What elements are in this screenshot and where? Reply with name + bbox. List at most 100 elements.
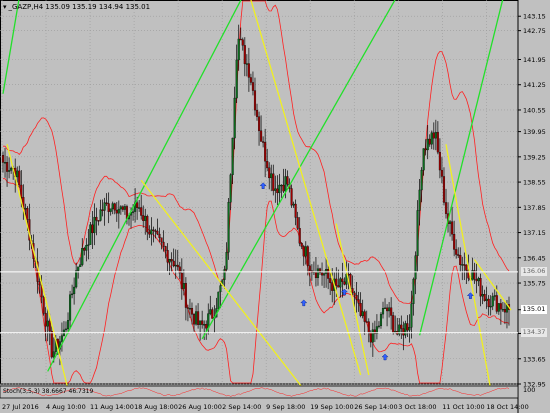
candle-body [174, 264, 177, 267]
candle-body [331, 282, 334, 291]
candle-body [83, 248, 86, 251]
candle-body [87, 244, 90, 246]
candle-body [381, 308, 385, 315]
candle-body [479, 278, 482, 297]
plot-frame [0, 0, 519, 385]
candle-body [371, 329, 374, 343]
candle-body [475, 279, 478, 282]
candle-body [434, 132, 437, 139]
candle-body [337, 285, 340, 288]
candle-body [243, 45, 246, 65]
current-price-badge: 135.01 [521, 305, 547, 315]
candle-body [272, 173, 275, 191]
candle-body [276, 188, 279, 194]
candle-body [365, 321, 368, 323]
candle-body [262, 141, 265, 143]
candle-body [170, 259, 173, 262]
candle-body [444, 202, 448, 214]
candle-body [428, 138, 431, 145]
grid [0, 0, 519, 413]
candle-body [166, 250, 169, 263]
candle-body [316, 268, 320, 279]
candle-body [264, 142, 267, 162]
candle-body [10, 167, 13, 171]
candle-body [300, 243, 303, 247]
fractal-up-icon [259, 182, 267, 189]
candle-body [278, 184, 281, 194]
candle-body [3, 162, 7, 164]
candle-body [164, 246, 167, 251]
trend-lines[interactable] [2, 0, 515, 390]
time-label: 4 Aug 10:00 [46, 403, 86, 411]
candle-body [274, 188, 277, 191]
candle-body [101, 209, 104, 211]
time-label: 11 Aug 14:00 [90, 403, 134, 411]
candle-body [109, 208, 112, 212]
candle-body [361, 311, 364, 316]
candle-body [453, 234, 456, 250]
candle-body [38, 281, 41, 286]
candle-body [132, 211, 135, 213]
candle-body [432, 132, 435, 139]
candle-body [465, 264, 468, 271]
candle-body [245, 63, 248, 65]
candle-body [93, 216, 96, 234]
candle-body [211, 309, 214, 319]
candle-body [290, 188, 293, 206]
candle-body [119, 206, 122, 210]
candle-body [495, 295, 498, 312]
candle-body [188, 307, 192, 310]
candle-body [1, 155, 5, 163]
candle-body [239, 38, 242, 41]
candle-body [280, 184, 283, 187]
candle-body [394, 331, 397, 333]
candle-body [18, 170, 21, 186]
candle-body [235, 59, 238, 99]
candle-body [42, 296, 45, 314]
price-tick-label: 138.55 [523, 179, 546, 187]
trend-line-down [250, 0, 362, 376]
candle-body [60, 335, 63, 342]
candle-body [237, 38, 240, 61]
candle-body [422, 148, 425, 171]
candle-body [298, 228, 301, 244]
price-tick-label: 139.95 [523, 128, 546, 136]
candle-body [412, 278, 415, 304]
candle-body [304, 246, 307, 257]
candle-body [66, 320, 70, 330]
candle-body [351, 288, 354, 294]
candle-body [209, 309, 212, 314]
candle-body [459, 255, 462, 265]
candle-body [162, 241, 165, 247]
candle-body [379, 313, 383, 327]
candle-body [497, 303, 500, 312]
trend-line-up [2, 0, 20, 94]
trend-line-down [6, 144, 69, 390]
candle-body [160, 237, 163, 243]
candle-body [493, 295, 496, 297]
ref-price-upper-badge: 136.06 [521, 267, 547, 277]
candle-body [154, 230, 157, 232]
candle-body [266, 161, 269, 168]
time-label: 27 Jul 2016 [2, 403, 39, 411]
price-tick-label: 137.85 [523, 204, 546, 212]
candle-body [233, 97, 236, 139]
trend-line-down [140, 179, 305, 390]
candle-body [229, 174, 232, 203]
time-label: 26 Sep 14:00 [354, 403, 397, 411]
candle-body [438, 151, 441, 171]
candle-body [489, 305, 492, 308]
candle-body [377, 325, 380, 328]
candle-body [251, 82, 255, 91]
candle-body [199, 320, 202, 325]
price-chart[interactable]: 143.15 142.75 141.95 141.25 140.55 139.95 139.… [0, 0, 550, 413]
candle-body [390, 307, 393, 316]
candle-body [241, 39, 244, 46]
candle-body [329, 278, 332, 283]
candle-body [442, 176, 446, 203]
candle-body [105, 202, 108, 204]
chart-window[interactable]: 143.15 142.75 141.95 141.25 140.55 139.95 139.… [0, 0, 550, 413]
candle-body [148, 231, 151, 235]
symbol-line: _GAZP,H4 135.09 135.19 134.94 135.01 [8, 3, 151, 11]
candle-body [205, 324, 208, 329]
